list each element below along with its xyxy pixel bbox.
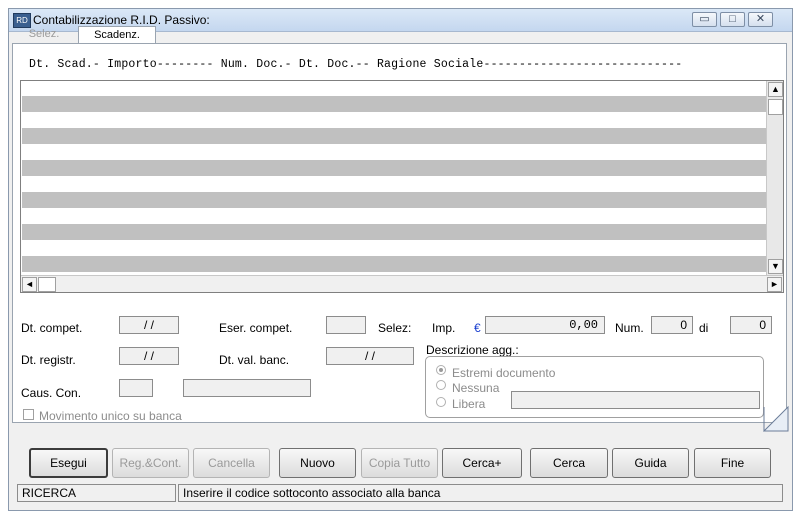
nuovo-button[interactable]: Nuovo [279, 448, 356, 478]
close-button[interactable]: ✕ [748, 12, 773, 27]
imp-field[interactable]: 0,00 [485, 316, 605, 334]
imp-label: Imp. [432, 321, 456, 335]
option-estremi-label: Estremi documento [452, 366, 556, 380]
dt-registr-field[interactable]: / / [119, 347, 179, 365]
radio-libera[interactable] [436, 397, 446, 407]
radio-estremi[interactable] [436, 365, 446, 375]
dt-registr-label: Dt. registr. [21, 353, 76, 367]
scroll-right-icon[interactable]: ► [767, 277, 782, 292]
list-row[interactable] [22, 224, 766, 240]
esegui-button[interactable]: Esegui [29, 448, 108, 478]
selez-label: Selez: [378, 321, 412, 335]
copia-tutto-button[interactable]: Copia Tutto [361, 448, 438, 478]
num-field[interactable]: 0 [651, 316, 693, 334]
horizontal-scrollbar[interactable]: ◄ ► [21, 275, 783, 292]
list-column-header: Dt. Scad.- Importo-------- Num. Doc.- Dt… [29, 58, 683, 71]
caus-con-code-field[interactable] [119, 379, 153, 397]
cerca-button[interactable]: Cerca [530, 448, 608, 478]
resize-grip-icon[interactable] [763, 406, 789, 432]
euro-icon: € [474, 321, 481, 335]
descrizione-label: Descrizione agg.: [426, 343, 519, 357]
fine-button[interactable]: Fine [694, 448, 771, 478]
scroll-up-icon[interactable]: ▲ [768, 82, 783, 97]
tab-selez[interactable]: Selez. [16, 26, 72, 43]
dt-val-banc-field[interactable]: / / [326, 347, 414, 365]
list-row[interactable] [22, 128, 766, 144]
option-libera-label: Libera [452, 397, 486, 411]
scadenze-list[interactable]: ▲ ▼ ◄ ► [20, 80, 784, 293]
num-label: Num. [615, 321, 644, 335]
eser-compet-field[interactable] [326, 316, 366, 334]
caus-con-desc-field[interactable] [183, 379, 311, 397]
caus-con-label: Caus. Con. [21, 386, 82, 400]
cancella-button[interactable]: Cancella [193, 448, 270, 478]
dt-compet-field[interactable]: / / [119, 316, 179, 334]
movimento-unico-label: Movimento unico su banca [39, 409, 182, 423]
list-row[interactable] [22, 160, 766, 176]
cerca-plus-button[interactable]: Cerca+ [442, 448, 522, 478]
status-message: Inserire il codice sottoconto associato … [178, 484, 783, 502]
list-row[interactable] [22, 96, 766, 112]
list-row[interactable] [22, 192, 766, 208]
vertical-scrollbar[interactable]: ▲ ▼ [766, 81, 783, 275]
list-row[interactable] [22, 256, 766, 272]
di-label: di [699, 321, 709, 335]
window-title: Contabilizzazione R.I.D. Passivo: [33, 13, 210, 27]
scroll-left-icon[interactable]: ◄ [22, 277, 37, 292]
reg-cont-button[interactable]: Reg.&Cont. [112, 448, 189, 478]
di-field[interactable]: 0 [730, 316, 772, 334]
tab-scadenz[interactable]: Scadenz. [78, 26, 156, 43]
movimento-unico-checkbox[interactable] [23, 409, 34, 420]
dt-val-banc-label: Dt. val. banc. [219, 353, 290, 367]
option-nessuna-label: Nessuna [452, 381, 500, 395]
scroll-down-icon[interactable]: ▼ [768, 259, 783, 274]
status-mode: RICERCA [17, 484, 176, 502]
radio-nessuna[interactable] [436, 380, 446, 390]
h-scroll-thumb[interactable] [38, 277, 56, 292]
dt-compet-label: Dt. compet. [21, 321, 83, 335]
libera-field[interactable] [511, 391, 760, 409]
guida-button[interactable]: Guida [612, 448, 689, 478]
minimize-button[interactable]: ▭ [692, 12, 717, 27]
scroll-thumb[interactable] [768, 99, 783, 115]
eser-compet-label: Eser. compet. [219, 321, 293, 335]
maximize-button[interactable]: □ [720, 12, 745, 27]
